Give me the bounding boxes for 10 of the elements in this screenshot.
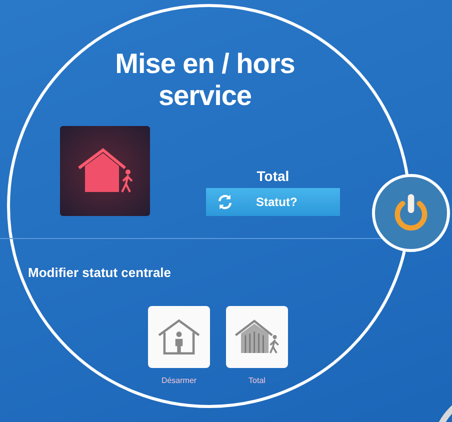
screen-title: Mise en / hors service — [114, 48, 296, 112]
mode-button[interactable] — [226, 306, 288, 368]
section-heading: Modifier statut centrale — [28, 265, 172, 280]
mode-label: Total — [248, 376, 266, 385]
mode-label: Désarmer — [161, 376, 197, 385]
mode-button[interactable] — [148, 306, 210, 368]
refresh-icon — [216, 193, 234, 211]
house-person-icon — [156, 317, 202, 357]
current-mode-label: Total — [256, 168, 290, 184]
status-button[interactable]: Statut? — [206, 188, 340, 216]
